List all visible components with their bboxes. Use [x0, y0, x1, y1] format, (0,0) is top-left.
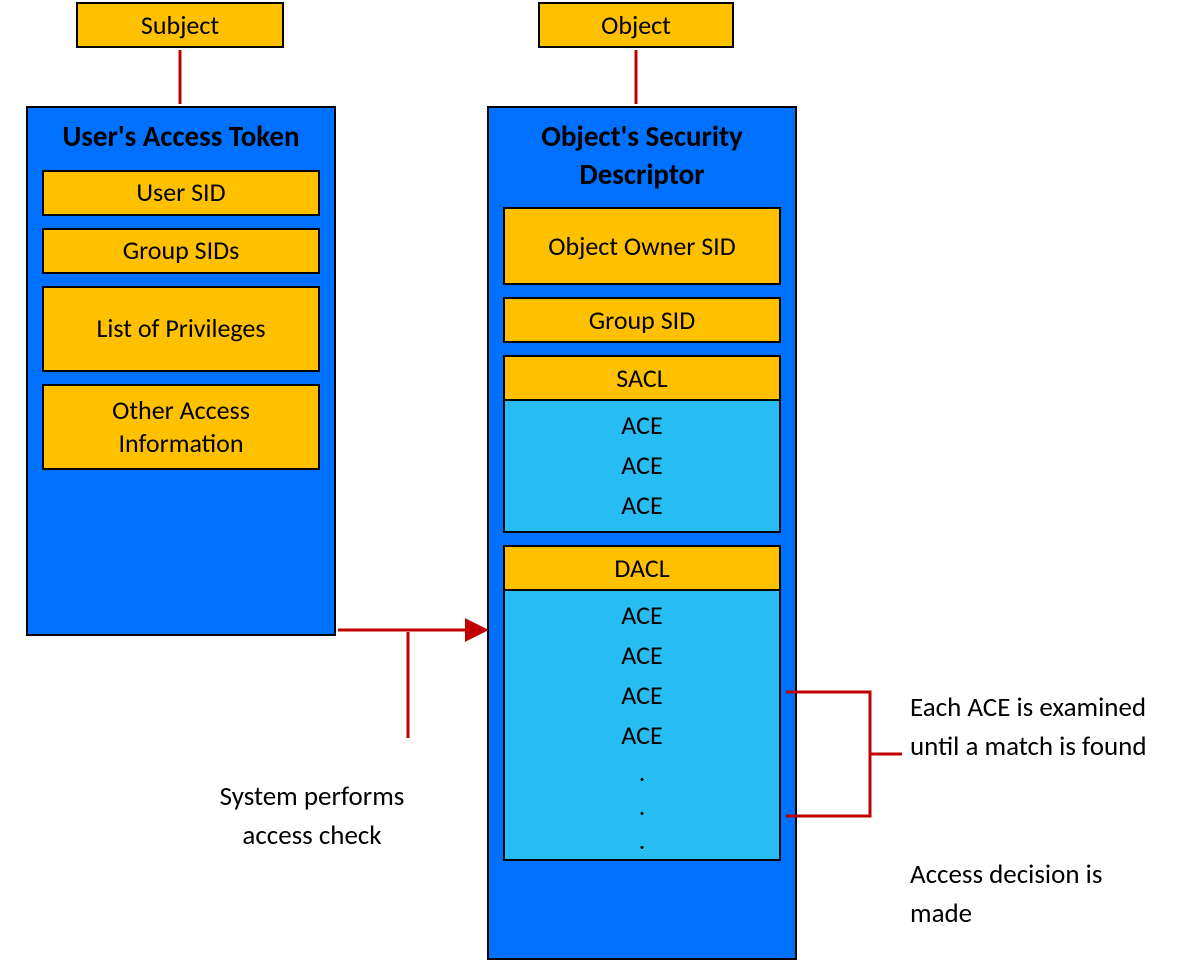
security-descriptor-panel: Object's Security Descriptor Object Owne…: [487, 106, 797, 960]
dacl-dot-2: .: [505, 823, 779, 857]
access-check-text: System performs access check: [220, 780, 405, 852]
owner-sid: Object Owner SID: [503, 207, 781, 285]
descriptor-title: Object's Security Descriptor: [489, 108, 795, 207]
subject-text: Subject: [141, 9, 219, 41]
object-text: Object: [601, 9, 671, 41]
dacl-body: ACE ACE ACE ACE . . .: [503, 591, 781, 861]
dacl-ace-2: ACE: [505, 675, 779, 715]
owner-sid-text: Object Owner SID: [548, 230, 735, 263]
token-row-0: User SID: [42, 170, 320, 216]
sacl-ace-2: ACE: [505, 485, 779, 525]
subject-label: Subject: [76, 2, 284, 48]
decision-note: Access decision is made: [910, 855, 1170, 933]
object-label: Object: [538, 2, 734, 48]
dacl-ace-1: ACE: [505, 635, 779, 675]
token-row-0-text: User SID: [136, 176, 225, 209]
group-sid: Group SID: [503, 297, 781, 343]
token-row-1-text: Group SIDs: [123, 234, 240, 267]
sacl-group: SACL ACE ACE ACE: [503, 355, 781, 533]
token-row-1: Group SIDs: [42, 228, 320, 274]
dacl-group: DACL ACE ACE ACE ACE . . .: [503, 545, 781, 861]
dacl-ace-3: ACE: [505, 715, 779, 755]
each-ace-text: Each ACE is examined until a match is fo…: [910, 691, 1147, 763]
decision-text: Access decision is made: [910, 858, 1102, 930]
dacl-dot-0: .: [505, 755, 779, 789]
token-row-2-text: List of Privileges: [96, 312, 265, 345]
sacl-header: SACL: [503, 355, 781, 401]
access-token-title: User's Access Token: [28, 108, 334, 170]
dacl-dot-1: .: [505, 789, 779, 823]
access-token-panel: User's Access Token User SID Group SIDs …: [26, 106, 336, 636]
dacl-header: DACL: [503, 545, 781, 591]
access-check-note: System performs access check: [212, 738, 412, 855]
sacl-ace-0: ACE: [505, 405, 779, 445]
sacl-body: ACE ACE ACE: [503, 401, 781, 533]
dacl-ace-0: ACE: [505, 595, 779, 635]
group-sid-text: Group SID: [589, 304, 695, 337]
token-row-3: Other Access Information: [42, 384, 320, 470]
token-row-2: List of Privileges: [42, 286, 320, 372]
sacl-ace-1: ACE: [505, 445, 779, 485]
each-ace-note: Each ACE is examined until a match is fo…: [910, 688, 1190, 766]
token-row-3-text: Other Access Information: [48, 394, 314, 459]
